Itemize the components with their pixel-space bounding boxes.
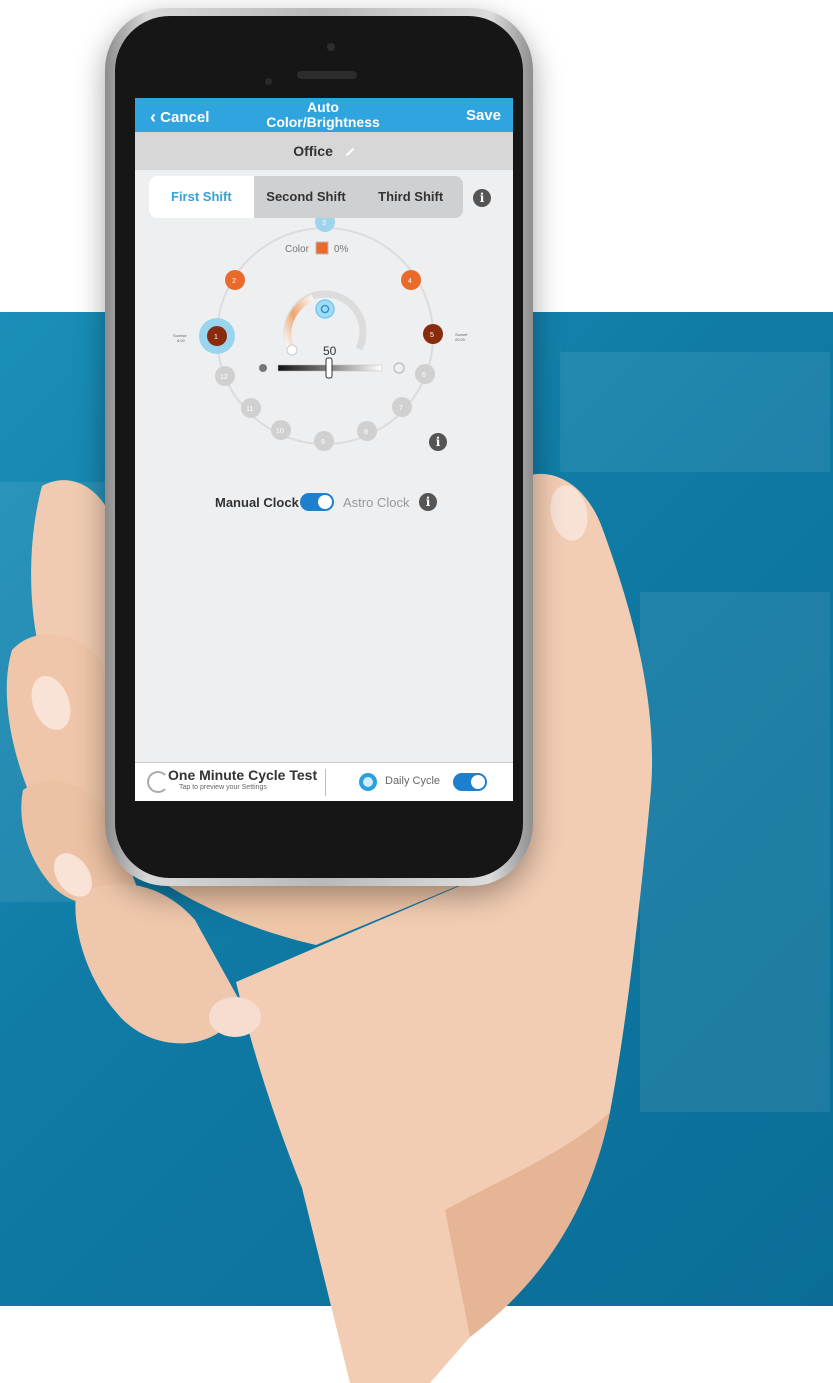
sunset-time: 20:00	[455, 337, 466, 342]
location-label: Office	[293, 143, 333, 159]
speaker-grille	[297, 71, 357, 79]
page-title: Auto Color/Brightness	[251, 100, 395, 130]
wheel-node-11-label: 11	[246, 406, 253, 413]
bulb-on-icon	[393, 362, 405, 374]
wheel-node-9-label: 9	[321, 439, 325, 446]
color-label: Color	[285, 244, 310, 255]
color-arc-fill	[284, 294, 315, 351]
location-bar: Office	[135, 132, 513, 170]
daily-cycle-label: Daily Cycle	[385, 775, 441, 787]
brightness-value: 50	[323, 344, 337, 358]
chevron-left-icon: ‹	[150, 107, 156, 127]
cancel-label: Cancel	[160, 109, 210, 126]
phone-screen: ‹ Cancel Auto Color/Brightness Save Offi…	[135, 98, 513, 801]
bulb-off-icon	[259, 364, 267, 372]
sunrise-time: 8:00	[177, 338, 186, 343]
clock-mode-toggle[interactable]	[300, 493, 334, 511]
wheel-node-8-label: 8	[364, 429, 368, 436]
top-navigation-bar: ‹ Cancel Auto Color/Brightness Save	[135, 98, 513, 132]
tab-first-shift[interactable]: First Shift	[149, 176, 254, 218]
color-swatch	[315, 241, 329, 255]
color-arc-handle[interactable]	[286, 344, 298, 356]
shift-tabs: First Shift Second Shift Third Shift	[149, 176, 463, 218]
wheel-node-7-label: 7	[399, 405, 403, 412]
page-title-line-1: Auto	[307, 99, 339, 115]
wheel-node-10-label: 10	[276, 428, 284, 435]
wheel-node-2-label: 2	[232, 278, 236, 285]
refresh-icon	[147, 771, 169, 793]
cycle-test-button[interactable]: One Minute Cycle Test	[168, 767, 317, 783]
tab-third-shift[interactable]: Third Shift	[358, 176, 463, 218]
bottom-divider	[325, 769, 326, 796]
wheel-info-icon[interactable]: i	[429, 433, 447, 451]
save-button[interactable]: Save	[466, 107, 501, 124]
wheel-node-1-label: 1	[214, 334, 218, 341]
cycle-test-subtitle: Tap to preview your Settings	[179, 784, 267, 791]
cycle-wheel: Color 0% 50 1 2 3 4 5 6 7 8 9 10 11 12 S…	[173, 218, 468, 451]
wheel-node-5-label: 5	[430, 332, 434, 339]
daily-cycle-icon	[359, 773, 377, 791]
clock-mode-row: Manual Clock Astro Clock i	[135, 493, 513, 513]
wheel-node-6-label: 6	[422, 372, 426, 379]
color-percent: 0%	[334, 244, 349, 255]
clock-info-icon[interactable]: i	[419, 493, 437, 511]
wheel-node-12-label: 12	[220, 374, 228, 381]
location-name[interactable]: Office	[135, 143, 513, 159]
daily-cycle-toggle[interactable]	[453, 773, 487, 791]
cancel-button[interactable]: ‹ Cancel	[150, 107, 209, 128]
wheel-node-4-label: 4	[408, 278, 412, 285]
bottom-bar: One Minute Cycle Test Tap to preview you…	[135, 762, 513, 801]
pencil-edit-icon[interactable]	[345, 148, 355, 157]
page-title-line-2: Color/Brightness	[266, 114, 380, 130]
wheel-node-3-label: 3	[322, 220, 326, 227]
tab-second-shift[interactable]: Second Shift	[254, 176, 359, 218]
brightness-slider-thumb[interactable]	[325, 357, 333, 379]
astro-clock-label: Astro Clock	[343, 495, 410, 510]
front-camera	[327, 43, 335, 51]
manual-clock-label: Manual Clock	[215, 495, 299, 510]
proximity-sensor	[265, 78, 272, 85]
shift-info-icon[interactable]: i	[473, 189, 491, 207]
power-button[interactable]	[315, 299, 335, 319]
